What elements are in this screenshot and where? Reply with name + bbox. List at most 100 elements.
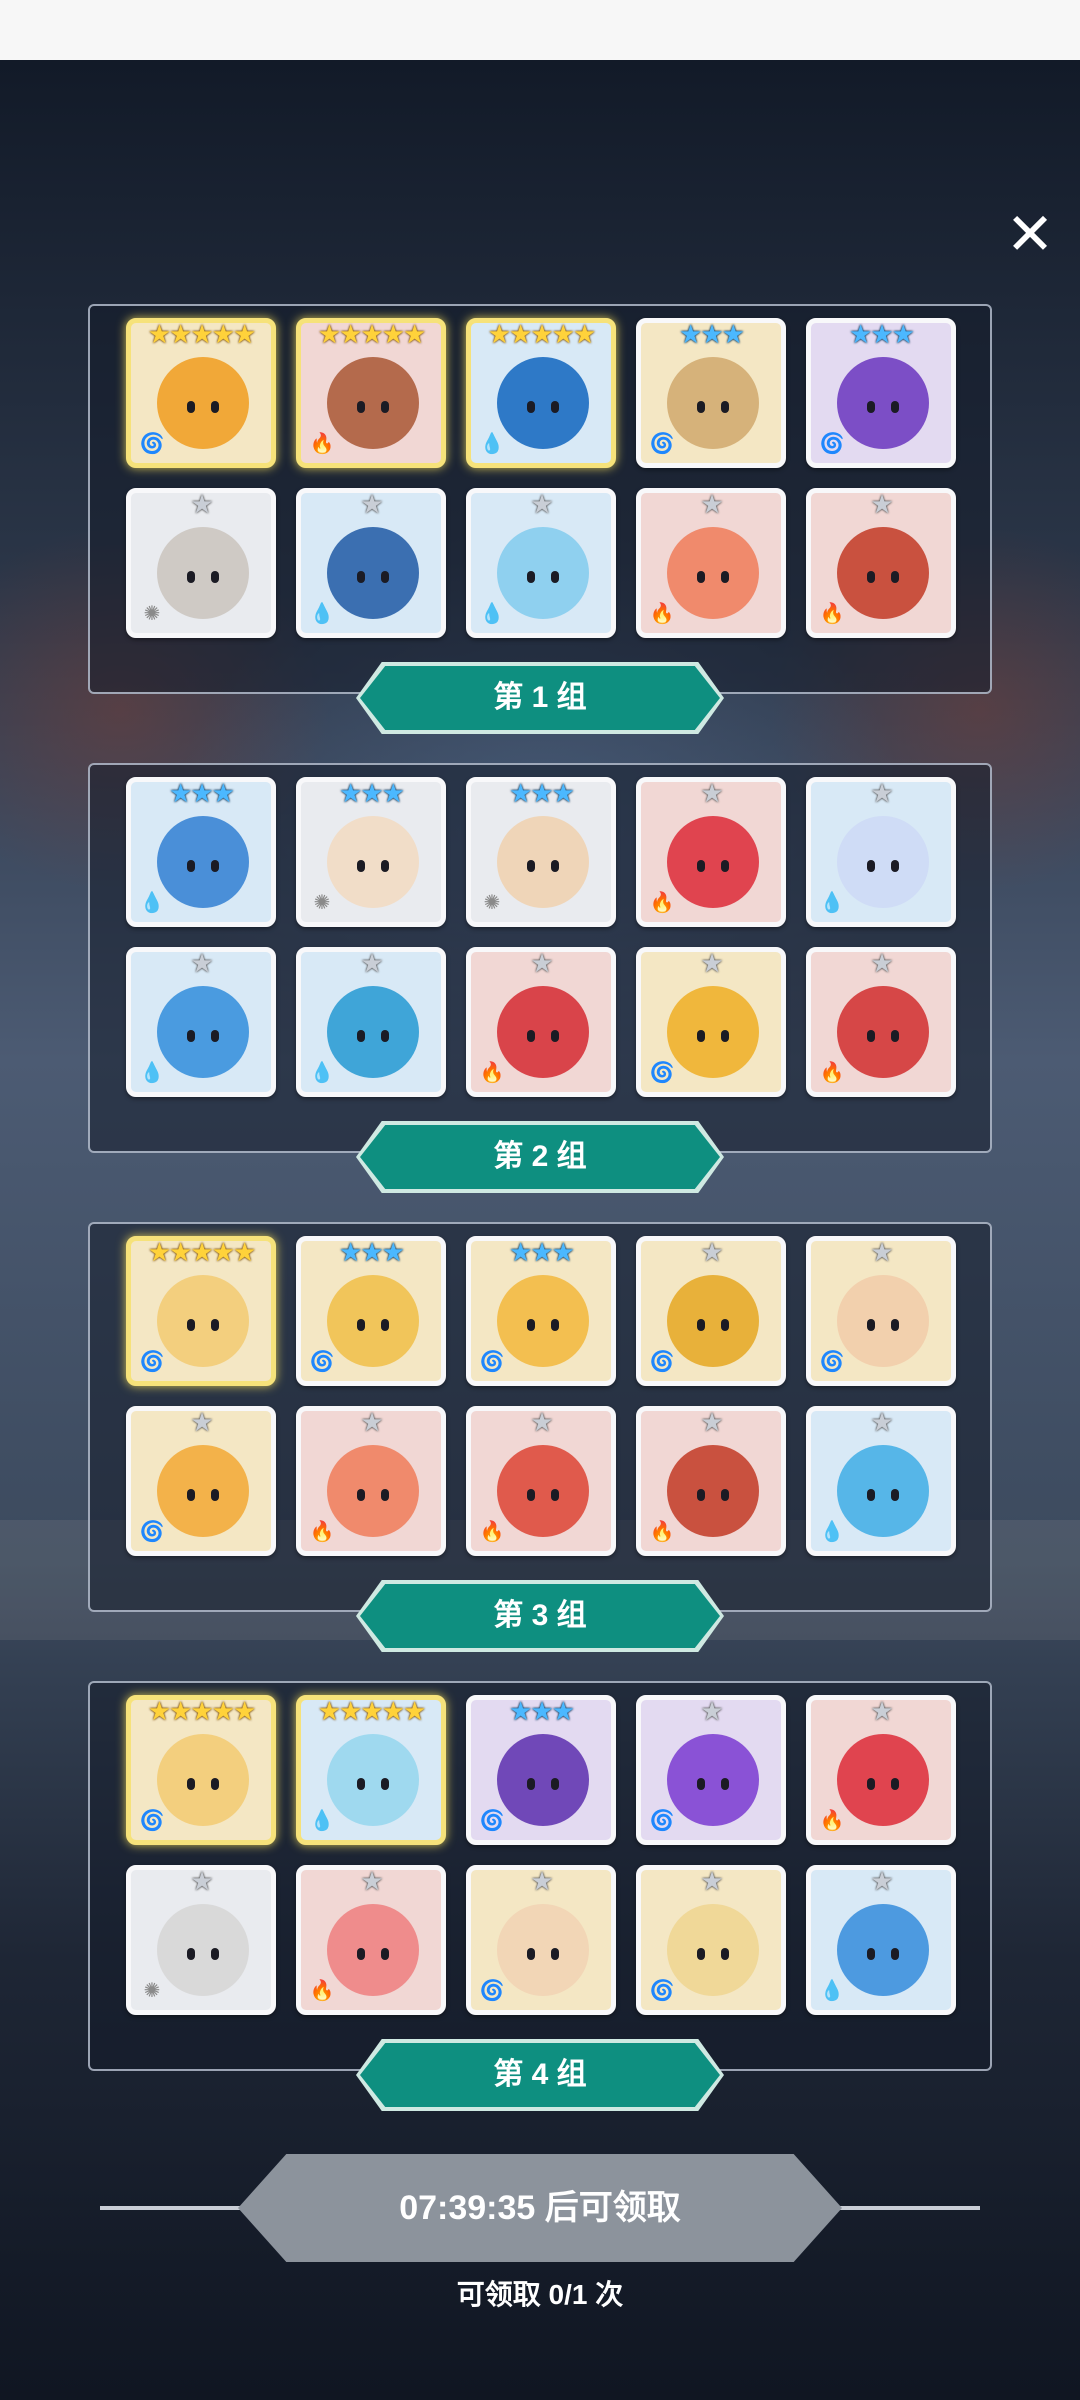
hero-card[interactable]: ★★★ 🌀 [466, 1695, 616, 1845]
hero-card[interactable]: ★ 💧 [806, 777, 956, 927]
hero-card[interactable]: ★ 🌀 [126, 1406, 276, 1556]
star-rating: ★★★★★ [147, 1237, 257, 1267]
hero-card[interactable]: ★★★ 🌀 [466, 1236, 616, 1386]
hero-portrait [837, 986, 929, 1078]
wind-element-icon: 🌀 [139, 433, 165, 455]
hero-portrait [327, 816, 419, 908]
hero-card[interactable]: ★★★★★ 🌀 [126, 318, 276, 468]
hero-card[interactable]: ★ 🔥 [636, 488, 786, 638]
hero-portrait [497, 1275, 589, 1367]
hero-card[interactable]: ★ 🔥 [806, 1695, 956, 1845]
hero-card[interactable]: ★ 🔥 [296, 1865, 446, 2015]
hero-card[interactable]: ★ 🌀 [636, 1695, 786, 1845]
hero-card[interactable]: ★★★ ✺ [466, 777, 616, 927]
group-label: 第 4 组 [360, 2043, 720, 2107]
star-rating: ★ [530, 948, 553, 978]
star-rating: ★ [360, 489, 383, 519]
hero-card[interactable]: ★ 🔥 [806, 947, 956, 1097]
hero-portrait [837, 1904, 929, 1996]
hero-card[interactable]: ★★★ 🌀 [296, 1236, 446, 1386]
hero-portrait [667, 1275, 759, 1367]
hero-portrait [667, 1904, 759, 1996]
star-rating: ★ [870, 1866, 893, 1896]
hero-card[interactable]: ★★★★★ 🌀 [126, 1236, 276, 1386]
hero-portrait [157, 816, 249, 908]
hero-group-panel: ★★★★★ 🌀 ★★★ 🌀 ★★★ 🌀 ★ 🌀 ★ 🌀 ★ 🌀 ★ 🔥 ★ 🔥 ★ 🔥 ★ 💧 [88, 1222, 992, 1612]
star-rating: ★ [870, 1696, 893, 1726]
hero-portrait [157, 1734, 249, 1826]
hero-card[interactable]: ★★★★★ 💧 [296, 1695, 446, 1845]
hero-group-panel: ★★★ 💧 ★★★ ✺ ★★★ ✺ ★ 🔥 ★ 💧 ★ 💧 ★ 💧 ★ 🔥 ★ 🌀 ★ 🔥 [88, 763, 992, 1153]
hero-card[interactable]: ★ ✺ [126, 1865, 276, 2015]
hero-card[interactable]: ★★★★★ 💧 [466, 318, 616, 468]
star-rating: ★ [870, 778, 893, 808]
hero-card[interactable]: ★ 💧 [126, 947, 276, 1097]
hero-portrait [837, 1734, 929, 1826]
star-rating: ★★★ [509, 1237, 575, 1267]
water-element-icon: 💧 [479, 603, 505, 625]
fire-element-icon: 🔥 [479, 1521, 505, 1543]
hero-portrait [837, 1275, 929, 1367]
hero-portrait [497, 816, 589, 908]
hero-portrait [497, 1445, 589, 1537]
light-element-icon: ✺ [143, 1980, 161, 2002]
star-rating: ★★★ [339, 1237, 405, 1267]
hero-portrait [497, 1904, 589, 1996]
light-element-icon: ✺ [483, 892, 501, 914]
hero-card[interactable]: ★ ✺ [126, 488, 276, 638]
hero-card[interactable]: ★ 🔥 [466, 947, 616, 1097]
status-bar [0, 0, 1080, 60]
hero-card[interactable]: ★ 🌀 [466, 1865, 616, 2015]
fire-element-icon: 🔥 [819, 1062, 845, 1084]
group-label: 第 2 组 [360, 1125, 720, 1189]
hero-card[interactable]: ★ 💧 [466, 488, 616, 638]
star-rating: ★★★★★ [147, 319, 257, 349]
star-rating: ★★★★★ [317, 319, 427, 349]
hero-portrait [837, 816, 929, 908]
water-element-icon: 💧 [309, 1062, 335, 1084]
fire-element-icon: 🔥 [309, 1521, 335, 1543]
hero-portrait [327, 1734, 419, 1826]
wind-element-icon: 🌀 [139, 1351, 165, 1373]
hero-card[interactable]: ★ 🔥 [296, 1406, 446, 1556]
hero-card[interactable]: ★★★★★ 🔥 [296, 318, 446, 468]
hero-portrait [497, 357, 589, 449]
hero-portrait [157, 1275, 249, 1367]
close-icon[interactable]: ✕ [1000, 205, 1060, 265]
hero-card[interactable]: ★★★ 🌀 [636, 318, 786, 468]
star-rating: ★ [190, 948, 213, 978]
hero-card[interactable]: ★★★ 💧 [126, 777, 276, 927]
hero-portrait [327, 1445, 419, 1537]
hero-portrait [157, 1904, 249, 1996]
wind-element-icon: 🌀 [819, 1351, 845, 1373]
claim-button[interactable]: 07:39:35 后可领取 [238, 2154, 842, 2262]
hero-card[interactable]: ★ 💧 [296, 488, 446, 638]
hero-card[interactable]: ★ 🌀 [806, 1236, 956, 1386]
star-rating: ★ [870, 489, 893, 519]
star-rating: ★★★★★ [147, 1696, 257, 1726]
hero-card[interactable]: ★ 🌀 [636, 947, 786, 1097]
hero-card[interactable]: ★ 💧 [806, 1865, 956, 2015]
divider-right [840, 2206, 980, 2210]
hero-card[interactable]: ★ 💧 [806, 1406, 956, 1556]
star-rating: ★ [190, 1407, 213, 1437]
hero-card[interactable]: ★ 🌀 [636, 1865, 786, 2015]
hero-card[interactable]: ★ 🔥 [466, 1406, 616, 1556]
light-element-icon: ✺ [313, 892, 331, 914]
hero-card[interactable]: ★★★ 🌀 [806, 318, 956, 468]
hero-card[interactable]: ★★★ ✺ [296, 777, 446, 927]
hero-card[interactable]: ★ 🔥 [636, 1406, 786, 1556]
hero-portrait [497, 527, 589, 619]
wind-element-icon: 🌀 [649, 433, 675, 455]
water-element-icon: 💧 [819, 892, 845, 914]
hero-portrait [327, 357, 419, 449]
water-element-icon: 💧 [309, 603, 335, 625]
fire-element-icon: 🔥 [819, 1810, 845, 1832]
hero-card[interactable]: ★ 🔥 [636, 777, 786, 927]
hero-card[interactable]: ★ 🌀 [636, 1236, 786, 1386]
hero-card[interactable]: ★ 💧 [296, 947, 446, 1097]
hero-card[interactable]: ★★★★★ 🌀 [126, 1695, 276, 1845]
hero-portrait [157, 986, 249, 1078]
hero-portrait [327, 986, 419, 1078]
hero-card[interactable]: ★ 🔥 [806, 488, 956, 638]
